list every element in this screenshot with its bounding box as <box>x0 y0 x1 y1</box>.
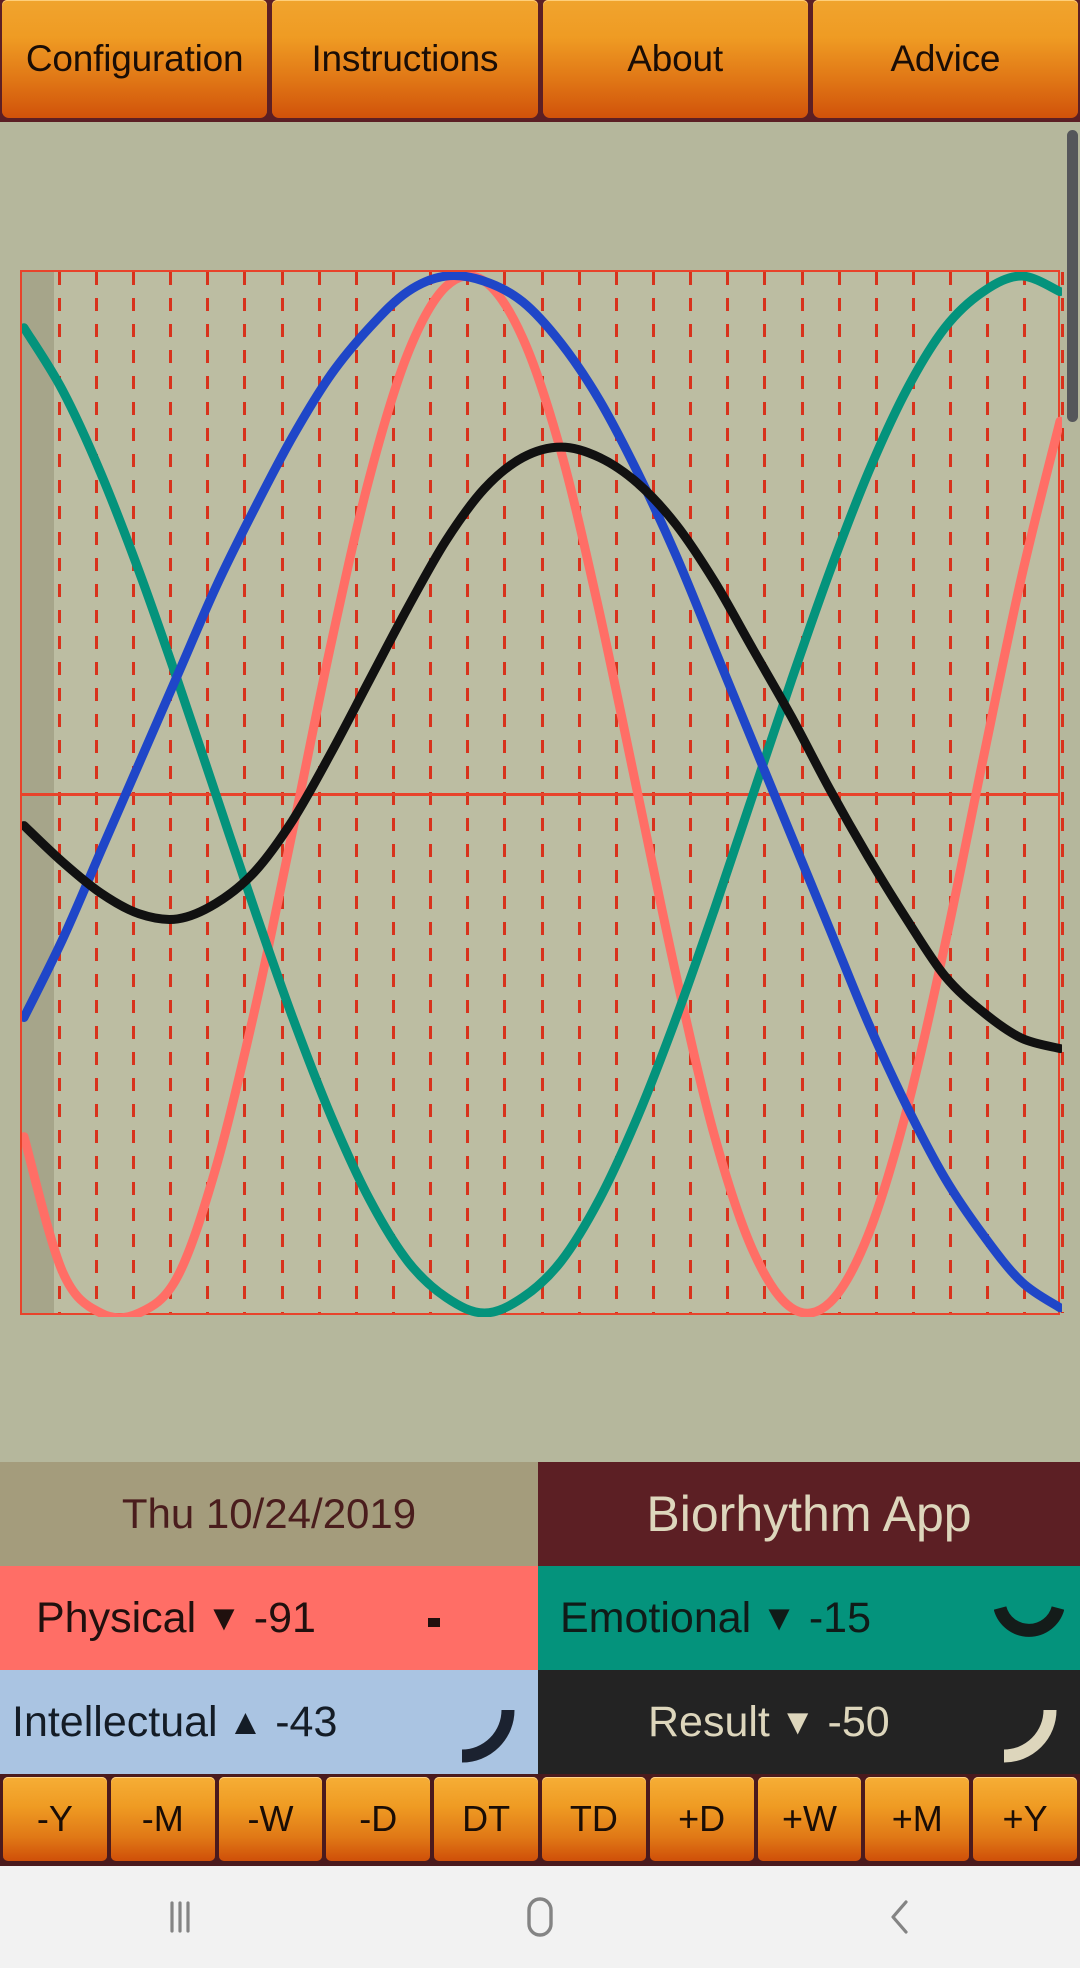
step-button-plusy[interactable]: +Y <box>973 1777 1077 1861</box>
emotional-trough-arc-icon <box>994 1605 1064 1637</box>
app-title-label: Biorhythm App <box>646 1486 972 1542</box>
home-icon <box>527 1897 553 1937</box>
step-button-label: -W <box>247 1798 294 1839</box>
tab-about-label: About <box>627 38 723 79</box>
step-button-label: DT <box>462 1798 511 1839</box>
step-button-label: +W <box>781 1798 837 1839</box>
info-row-header: Thu 10/24/2019 Biorhythm App <box>0 1462 1080 1566</box>
current-date-label: Thu 10/24/2019 <box>121 1490 417 1537</box>
step-button-label: +D <box>678 1798 726 1839</box>
tab-configuration-label: Configuration <box>25 38 244 79</box>
physical-label: Physical <box>36 1593 197 1642</box>
date-step-button-row: -Y -M -W -D DT TD +D +W +M +Y <box>0 1774 1080 1866</box>
biorhythm-chart-area <box>0 122 1080 1462</box>
emotional-value: -15 <box>808 1593 872 1642</box>
step-button-minusy[interactable]: -Y <box>3 1777 107 1861</box>
biorhythm-curves <box>22 272 1062 1317</box>
tab-instructions[interactable]: Instructions <box>272 0 538 118</box>
curve-result <box>22 442 1062 1054</box>
physical-trend-icon: ▼ <box>206 1597 242 1638</box>
intellectual-cell[interactable]: Intellectual ▲ -43 <box>0 1670 538 1774</box>
step-button-label: +Y <box>1002 1798 1048 1839</box>
tab-configuration[interactable]: Configuration <box>2 0 268 118</box>
biorhythm-plot[interactable] <box>20 270 1064 1317</box>
result-label: Result <box>648 1697 770 1746</box>
step-button-label: -Y <box>36 1798 73 1839</box>
curve-intellectual <box>22 272 1062 1313</box>
tab-advice-label: Advice <box>890 38 1001 79</box>
step-button-label: -D <box>359 1798 398 1839</box>
back-icon <box>891 1900 908 1934</box>
nav-back-button[interactable] <box>720 1894 1080 1940</box>
step-button-td[interactable]: TD <box>541 1777 646 1861</box>
info-row-physical-emotional: Physical ▼ -91 Emotional ▼ -15 <box>0 1566 1080 1670</box>
step-button-minusw[interactable]: -W <box>218 1777 323 1861</box>
tab-advice[interactable]: Advice <box>812 0 1078 118</box>
info-panel: Thu 10/24/2019 Biorhythm App Physical ▼ … <box>0 1462 1080 1774</box>
emotional-cell[interactable]: Emotional ▼ -15 <box>538 1566 1080 1670</box>
emotional-trend-icon: ▼ <box>761 1597 797 1638</box>
current-date[interactable]: Thu 10/24/2019 <box>0 1462 538 1566</box>
intellectual-trend-icon: ▲ <box>227 1701 264 1742</box>
step-button-plusd[interactable]: +D <box>649 1777 754 1861</box>
step-button-label: +M <box>891 1798 943 1839</box>
intellectual-label: Intellectual <box>12 1697 218 1746</box>
nav-home-button[interactable] <box>360 1892 720 1942</box>
step-button-label: TD <box>569 1798 618 1839</box>
result-cell[interactable]: Result ▼ -50 <box>538 1670 1080 1774</box>
step-button-dt[interactable]: DT <box>434 1777 538 1861</box>
step-button-minusd[interactable]: -D <box>326 1777 431 1861</box>
top-tab-bar: Configuration Instructions About Advice <box>0 0 1080 122</box>
step-button-plusm[interactable]: +M <box>865 1777 970 1861</box>
intellectual-rising-arc-icon <box>461 1709 515 1763</box>
emotional-label: Emotional <box>560 1593 752 1642</box>
result-rising-arc-icon <box>1003 1709 1057 1763</box>
recents-icon <box>170 1901 190 1933</box>
step-button-label: -M <box>141 1798 184 1839</box>
android-nav-bar <box>0 1866 1080 1968</box>
step-button-plusw[interactable]: +W <box>757 1777 862 1861</box>
physical-phase-marker-icon <box>428 1618 440 1627</box>
app-title: Biorhythm App <box>538 1462 1080 1566</box>
tab-instructions-label: Instructions <box>311 38 499 79</box>
info-row-intellectual-result: Intellectual ▲ -43 Result ▼ -50 <box>0 1670 1080 1774</box>
vertical-scrollbar-thumb[interactable] <box>1067 130 1078 422</box>
step-button-minusm[interactable]: -M <box>110 1777 215 1861</box>
tab-about[interactable]: About <box>542 0 808 118</box>
curve-emotional <box>22 272 1062 1317</box>
nav-recents-button[interactable] <box>0 1895 360 1939</box>
physical-value: -91 <box>253 1593 316 1642</box>
curve-physical <box>22 272 1062 1317</box>
physical-cell[interactable]: Physical ▼ -91 <box>0 1566 538 1670</box>
result-value: -50 <box>827 1697 890 1746</box>
result-trend-icon: ▼ <box>779 1701 816 1742</box>
intellectual-value: -43 <box>275 1697 338 1746</box>
